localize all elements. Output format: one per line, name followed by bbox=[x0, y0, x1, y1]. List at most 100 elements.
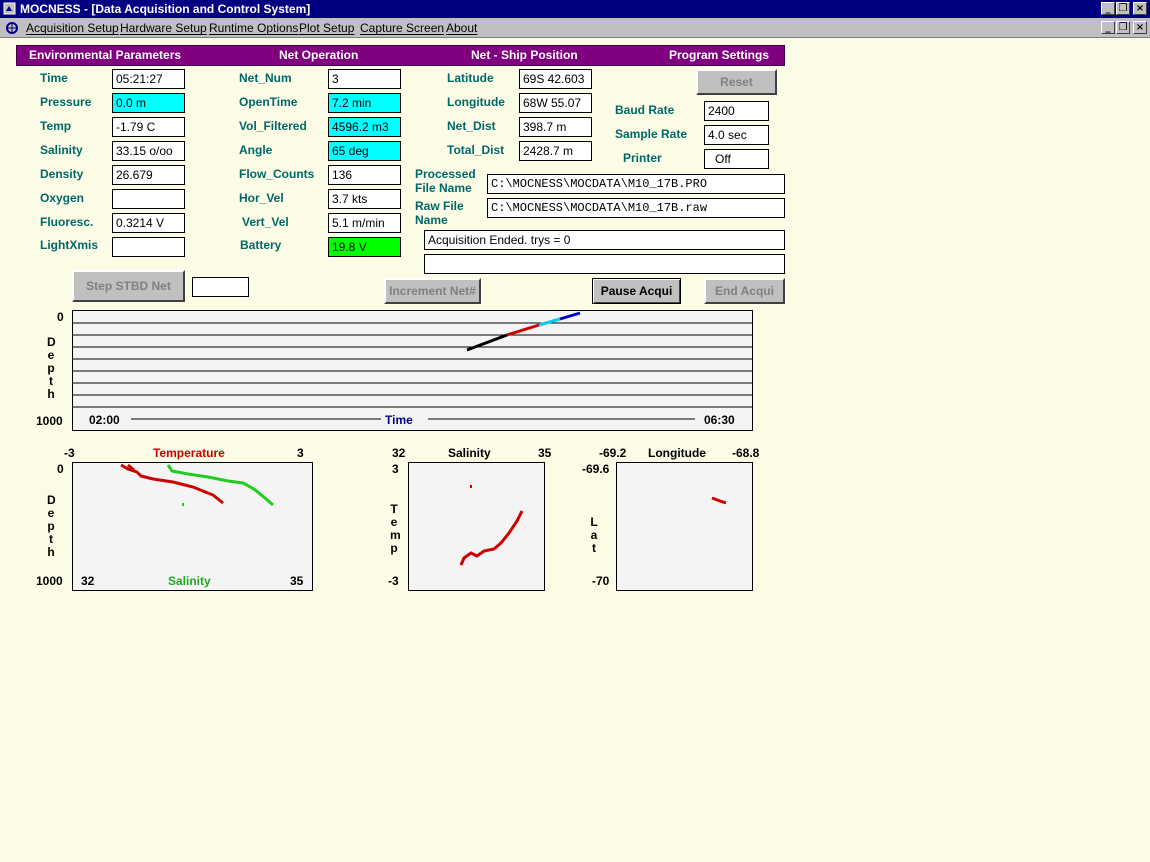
vert-vel-label: Vert_Vel bbox=[242, 215, 289, 229]
battery-field: 19.8 V bbox=[328, 237, 401, 257]
processed-file-field[interactable]: C:\MOCNESS\MOCDATA\M10_17B.PRO bbox=[487, 174, 785, 194]
oxygen-field bbox=[112, 189, 185, 209]
pause-acqui-button[interactable]: Pause Acqui bbox=[592, 278, 681, 304]
menu-about[interactable]: About bbox=[446, 21, 477, 35]
depth-trace-segment bbox=[506, 323, 540, 337]
ts-plot-y-label-text: Depth bbox=[47, 493, 56, 559]
opentime-field: 7.2 min bbox=[328, 93, 401, 113]
salinity-label: Salinity bbox=[40, 143, 83, 157]
hor-vel-label: Hor_Vel bbox=[239, 191, 284, 205]
section-header-bar: Environmental Parameters Net Operation N… bbox=[16, 45, 785, 66]
angle-label: Angle bbox=[239, 143, 273, 157]
mdi-restore-icon[interactable]: ❐ bbox=[1116, 21, 1130, 34]
step-value-field[interactable] bbox=[192, 277, 249, 297]
program-settings-header: Program Settings bbox=[669, 48, 770, 62]
reset-button[interactable]: Reset bbox=[696, 69, 777, 95]
lightxmis-field bbox=[112, 237, 185, 257]
vol-filtered-label: Vol_Filtered bbox=[239, 119, 307, 133]
processed-file-label-line2: File Name bbox=[415, 181, 472, 195]
window-title: MOCNESS - [Data Acquisition and Control … bbox=[20, 2, 311, 16]
ll-plot-y-top: -69.6 bbox=[582, 462, 610, 476]
net-num-label: Net_Num bbox=[239, 71, 292, 85]
density-field: 26.679 bbox=[112, 165, 185, 185]
pressure-label: Pressure bbox=[40, 95, 92, 109]
st-plot-x-max: 35 bbox=[538, 446, 552, 460]
status-message-field: Acquisition Ended. trys = 0 bbox=[424, 230, 785, 250]
title-bar[interactable]: MOCNESS - [Data Acquisition and Control … bbox=[0, 0, 1150, 18]
ts-plot-y-bottom: 1000 bbox=[36, 574, 63, 588]
mdi-minimize-icon[interactable]: _ bbox=[1101, 21, 1115, 34]
depth-trace-segment bbox=[466, 333, 508, 352]
ll-plot-svg bbox=[711, 496, 727, 505]
step-stbd-net-button[interactable]: Step STBD Net bbox=[72, 270, 185, 302]
ts-diagram-curve bbox=[459, 510, 524, 566]
st-plot-y-label-text: Temp bbox=[390, 502, 401, 555]
depth-plot-x-start: 02:00 bbox=[89, 413, 120, 427]
latitude-label: Latitude bbox=[447, 71, 494, 85]
st-plot-x-min: 32 bbox=[392, 446, 406, 460]
depth-plot-y-label: Depth bbox=[47, 336, 57, 401]
menu-runtime-options[interactable]: Runtime Options bbox=[209, 21, 298, 35]
printer-field[interactable]: Off bbox=[704, 149, 769, 169]
st-plot-x-label: Salinity bbox=[448, 446, 491, 460]
total-dist-label: Total_Dist bbox=[447, 143, 505, 157]
temp-field: -1.79 C bbox=[112, 117, 185, 137]
ts-plot-temp-label: Temperature bbox=[153, 446, 225, 460]
minimize-icon[interactable]: _ bbox=[1101, 2, 1115, 15]
st-plot-y-label: Temp bbox=[390, 502, 401, 555]
salinity-temp-plot bbox=[408, 462, 545, 591]
time-label: Time bbox=[40, 71, 68, 85]
ts-profiles bbox=[120, 463, 274, 507]
ts-plot-temp-min: -3 bbox=[64, 446, 75, 460]
sample-rate-field[interactable]: 4.0 sec bbox=[704, 125, 769, 145]
menu-bar: Acquisition Setup Hardware Setup Runtime… bbox=[0, 18, 1150, 38]
ship-track bbox=[711, 496, 727, 505]
increment-net-button[interactable]: Increment Net# bbox=[384, 278, 481, 304]
menu-hardware-setup[interactable]: Hardware Setup bbox=[120, 21, 207, 35]
baud-rate-field[interactable]: 2400 bbox=[704, 101, 769, 121]
net-operation-header: Net Operation bbox=[279, 48, 359, 62]
depth-plot-x-label: Time bbox=[385, 413, 413, 427]
depth-time-plot: 02:00 Time 06:30 bbox=[72, 310, 753, 431]
ll-plot-y-bottom: -70 bbox=[592, 574, 610, 588]
env-params-header: Environmental Parameters bbox=[29, 48, 182, 62]
lightxmis-label: LightXmis bbox=[40, 238, 99, 252]
depth-plot-x-end: 06:30 bbox=[704, 413, 735, 427]
net-dist-field: 398.7 m bbox=[519, 117, 592, 137]
menu-acquisition-setup[interactable]: Acquisition Setup bbox=[26, 21, 119, 35]
close-icon[interactable]: × bbox=[1133, 2, 1147, 15]
raw-file-field[interactable]: C:\MOCNESS\MOCDATA\M10_17B.raw bbox=[487, 198, 785, 218]
st-plot-y-bottom: -3 bbox=[388, 574, 399, 588]
depth-trace bbox=[466, 311, 581, 352]
depth-trace-segment bbox=[559, 311, 581, 321]
raw-file-label-line1: Raw File bbox=[415, 199, 464, 213]
ts-diagram-outlier-point bbox=[470, 485, 472, 488]
ll-plot-y-label-text: Lat bbox=[590, 515, 598, 555]
temp-salinity-depth-plot: 32 Salinity 35 bbox=[72, 462, 313, 591]
density-label: Density bbox=[40, 167, 84, 181]
flow-counts-field: 136 bbox=[328, 165, 401, 185]
end-acqui-button[interactable]: End Acqui bbox=[704, 278, 785, 304]
ts-plot-temp-max: 3 bbox=[297, 446, 304, 460]
net-dist-label: Net_Dist bbox=[447, 119, 496, 133]
ll-plot-x-max: -68.8 bbox=[732, 446, 760, 460]
st-plot-svg bbox=[459, 485, 524, 566]
mdi-close-icon[interactable]: × bbox=[1133, 21, 1147, 34]
ts-plot-svg bbox=[120, 463, 274, 507]
depth-plot-y-label-text: Depth bbox=[47, 335, 56, 401]
vol-filtered-field: 4596.2 m3 bbox=[328, 117, 401, 137]
processed-file-label: Processed File Name bbox=[415, 167, 476, 195]
baud-rate-label: Baud Rate bbox=[615, 103, 675, 117]
ts-plot-y-label: Depth bbox=[47, 494, 57, 559]
restore-icon[interactable]: ❐ bbox=[1116, 2, 1130, 15]
document-icon[interactable] bbox=[5, 21, 19, 35]
menu-plot-setup[interactable]: Plot Setup bbox=[299, 21, 354, 35]
ts-plot-sal-max: 35 bbox=[290, 574, 304, 588]
longitude-latitude-plot bbox=[616, 462, 753, 591]
vert-vel-field: 5.1 m/min bbox=[328, 213, 401, 233]
menu-capture-screen[interactable]: Capture Screen bbox=[360, 21, 444, 35]
salinity-outlier-point bbox=[182, 503, 184, 506]
angle-field: 65 deg bbox=[328, 141, 401, 161]
net-num-field: 3 bbox=[328, 69, 401, 89]
status-message-field-2 bbox=[424, 254, 785, 274]
